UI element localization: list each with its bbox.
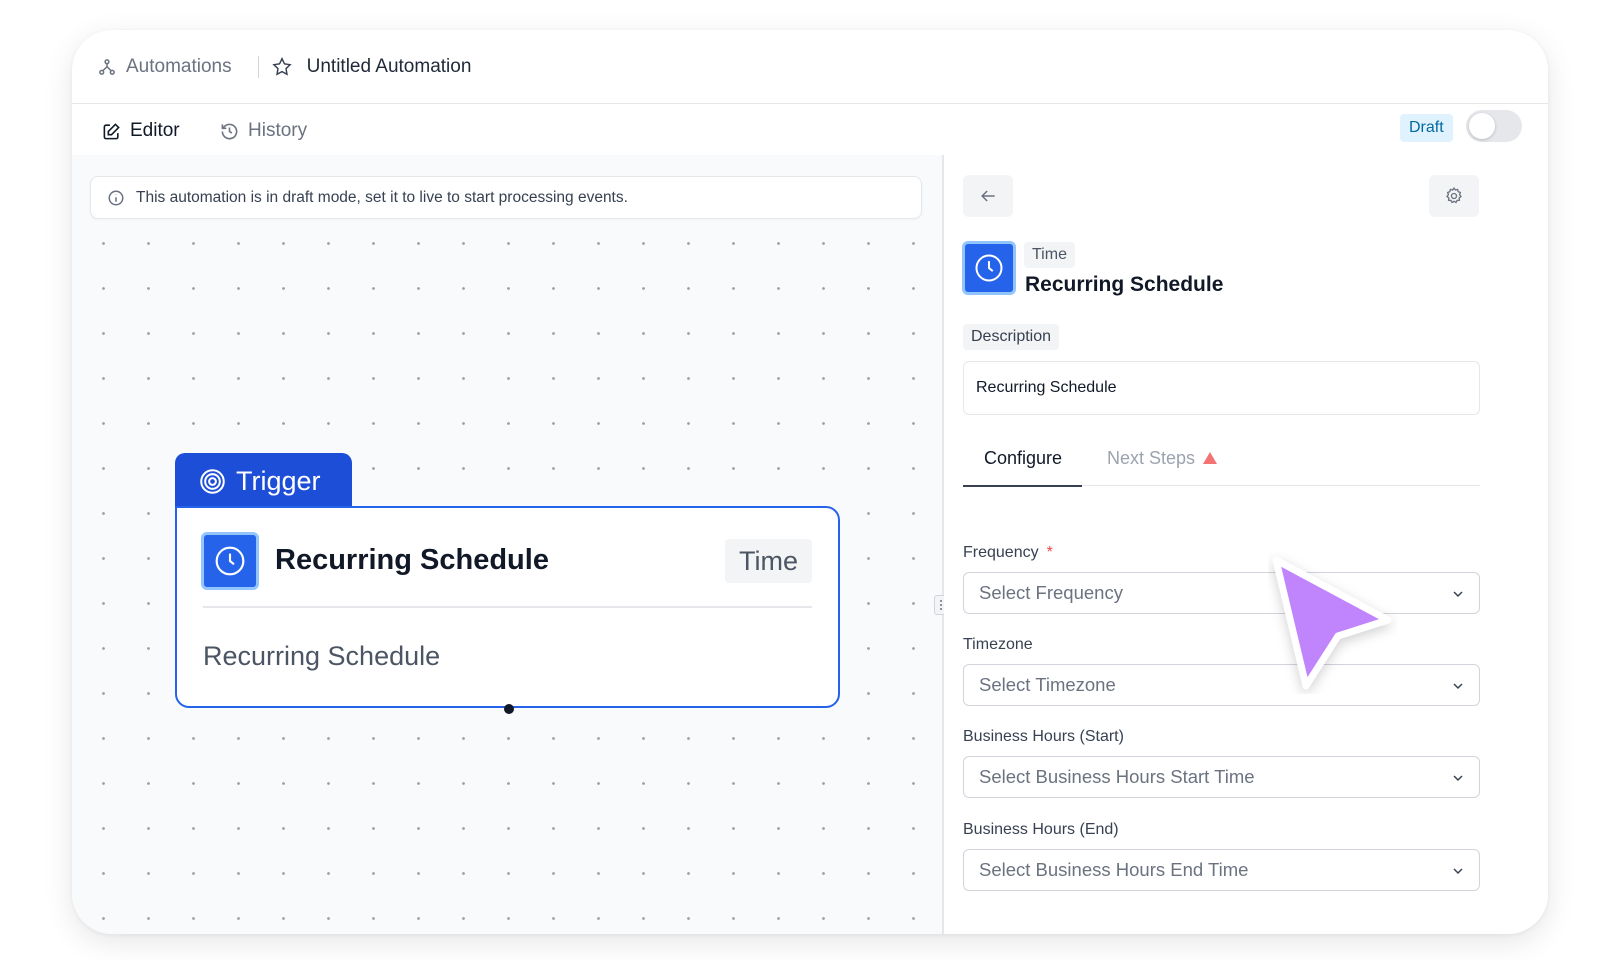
node-description: Recurring Schedule xyxy=(203,641,441,671)
breadcrumb-label: Automations xyxy=(126,55,232,77)
chevron-down-icon xyxy=(1453,591,1463,598)
trigger-node[interactable]: Recurring Schedule Time Recurring Schedu… xyxy=(175,506,840,714)
business-hours-end-placeholder: Select Business Hours End Time xyxy=(979,859,1249,880)
gear-icon xyxy=(1446,186,1462,204)
tabs-bar: Editor History xyxy=(72,104,1548,159)
panel-tabs: Configure Next Steps xyxy=(962,430,1480,487)
trigger-label: Trigger xyxy=(175,453,352,509)
required-marker: * xyxy=(1046,544,1053,561)
timezone-placeholder: Select Timezone xyxy=(979,674,1116,695)
star-icon[interactable] xyxy=(271,56,293,78)
business-hours-start-label: Business Hours (Start) xyxy=(963,728,1124,745)
node-divider xyxy=(203,606,812,608)
timezone-label: Timezone xyxy=(963,636,1033,653)
tab-history[interactable]: History xyxy=(220,104,307,158)
app-window: Automations Untitled Automation Editor H… xyxy=(72,30,1548,934)
trigger-label-text: Trigger xyxy=(236,465,321,496)
tab-history-label: History xyxy=(248,120,308,141)
tab-configure-label: Configure xyxy=(984,447,1063,468)
description-field[interactable]: Recurring Schedule xyxy=(963,361,1480,415)
header: Automations Untitled Automation xyxy=(72,30,1548,104)
live-toggle[interactable] xyxy=(1466,110,1522,142)
node-title: Recurring Schedule xyxy=(275,544,549,576)
chevron-down-icon xyxy=(1453,868,1463,875)
frequency-select[interactable]: Select Frequency xyxy=(963,572,1480,614)
panel-title: Recurring Schedule xyxy=(1025,273,1224,296)
workflow-canvas[interactable]: This automation is in draft mode, set it… xyxy=(72,155,942,934)
arrow-left-icon xyxy=(981,190,995,202)
page-title[interactable]: Untitled Automation xyxy=(307,56,472,78)
tab-next-steps[interactable]: Next Steps xyxy=(1107,430,1218,486)
frequency-label: Frequency * xyxy=(963,544,1053,562)
frequency-label-text: Frequency xyxy=(963,544,1039,561)
settings-button[interactable] xyxy=(1429,175,1479,217)
edit-icon xyxy=(103,122,120,139)
clock-icon xyxy=(215,546,245,576)
tab-next-steps-label: Next Steps xyxy=(1107,447,1196,468)
history-icon xyxy=(221,123,238,139)
business-hours-start-select[interactable]: Select Business Hours Start Time xyxy=(963,756,1480,798)
frequency-placeholder: Select Frequency xyxy=(979,582,1123,603)
clock-icon xyxy=(975,254,1003,282)
cursor-icon xyxy=(1272,556,1392,690)
business-hours-end-label: Business Hours (End) xyxy=(963,821,1119,838)
banner-text: This automation is in draft mode, set it… xyxy=(136,188,628,206)
status-badge: Draft xyxy=(1400,114,1453,142)
info-icon xyxy=(108,190,124,205)
node-type-badge: Time xyxy=(725,539,812,583)
business-hours-end-select[interactable]: Select Business Hours End Time xyxy=(963,849,1480,891)
tab-editor-label: Editor xyxy=(130,120,180,141)
back-button[interactable] xyxy=(963,175,1013,217)
node-icon xyxy=(201,532,259,590)
warning-icon xyxy=(1203,452,1218,464)
node-output-handle[interactable] xyxy=(504,704,514,714)
business-hours-start-placeholder: Select Business Hours Start Time xyxy=(979,766,1255,787)
panel-type-tag: Time xyxy=(1024,242,1075,268)
timezone-select[interactable]: Select Timezone xyxy=(963,664,1480,706)
panel-node-icon xyxy=(962,241,1016,295)
tab-editor[interactable]: Editor xyxy=(78,104,202,159)
description-label: Description xyxy=(963,324,1060,350)
breadcrumb[interactable]: Automations xyxy=(98,56,232,78)
header-separator xyxy=(257,55,259,78)
target-icon xyxy=(200,468,225,494)
chevron-down-icon xyxy=(1453,775,1463,782)
draft-banner: This automation is in draft mode, set it… xyxy=(90,176,922,219)
details-panel: Time Recurring Schedule Description Recu… xyxy=(944,155,1548,934)
tab-configure[interactable]: Configure xyxy=(962,430,1083,487)
chevron-down-icon xyxy=(1453,683,1463,690)
automation-icon xyxy=(99,58,115,75)
